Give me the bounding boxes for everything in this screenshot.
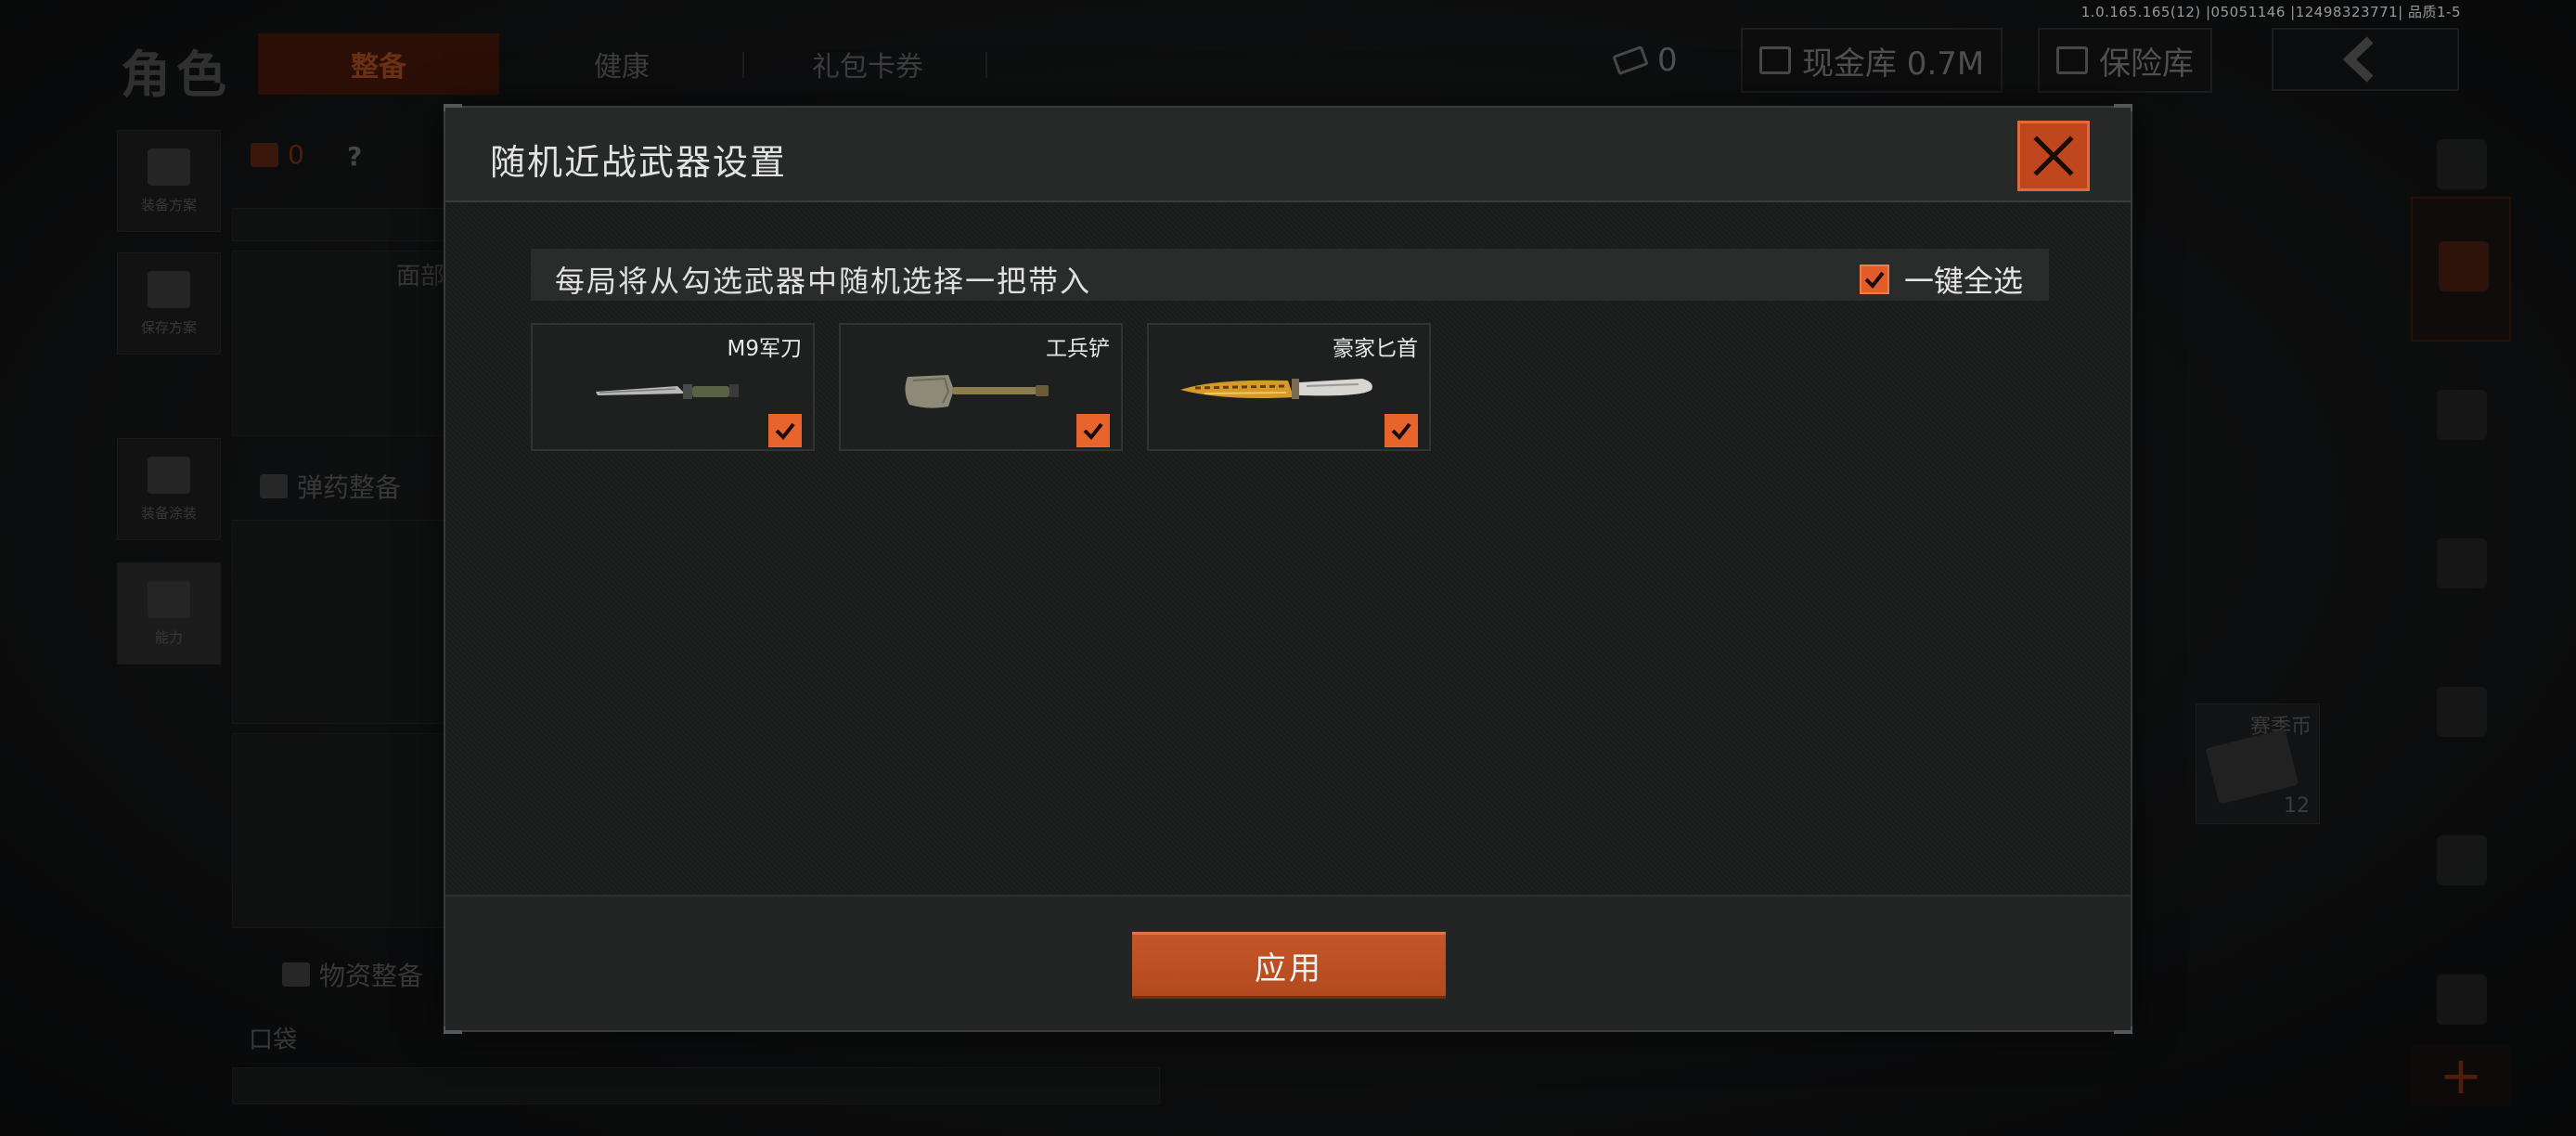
close-icon (2033, 136, 2074, 176)
shovel-icon (905, 375, 1049, 408)
bayonet-icon (596, 384, 739, 399)
select-all-checkbox[interactable] (1859, 265, 1889, 294)
weapon-name: 豪家匕首 (1333, 337, 1418, 361)
weapon-checkbox[interactable] (768, 414, 802, 447)
check-icon (1391, 422, 1411, 441)
select-all-label: 一键全选 (1903, 264, 2023, 299)
weapon-name: 工兵铲 (1046, 337, 1110, 361)
dialog-header: 随机近战武器设置 (445, 108, 2131, 202)
weapon-name: M9军刀 (727, 337, 802, 361)
random-melee-settings-dialog: 随机近战武器设置 每局将从勾选武器中随机选择一把带入 一键全选 M9军刀 工兵铲… (444, 104, 2132, 1034)
weapon-card-gold-dagger[interactable]: 豪家匕首 (1147, 323, 1431, 451)
random-selection-description: 每局将从勾选武器中随机选择一把带入 (555, 264, 1092, 299)
check-icon (775, 422, 795, 441)
close-button[interactable] (2017, 121, 2090, 191)
gold-dagger-icon (1180, 379, 1372, 399)
dialog-footer: 应用 (445, 895, 2131, 1030)
check-icon (1083, 422, 1103, 441)
apply-button[interactable]: 应用 (1132, 932, 1446, 999)
info-bar: 每局将从勾选武器中随机选择一把带入 一键全选 (531, 249, 2049, 301)
weapon-card-m9-bayonet[interactable]: M9军刀 (531, 323, 815, 451)
weapon-checkbox[interactable] (1385, 414, 1418, 447)
select-all-toggle[interactable]: 一键全选 (1859, 258, 2023, 301)
dialog-title: 随机近战武器设置 (490, 142, 788, 183)
check-icon (1864, 271, 1885, 290)
weapon-checkbox[interactable] (1076, 414, 1110, 447)
weapon-card-shovel[interactable]: 工兵铲 (839, 323, 1123, 451)
